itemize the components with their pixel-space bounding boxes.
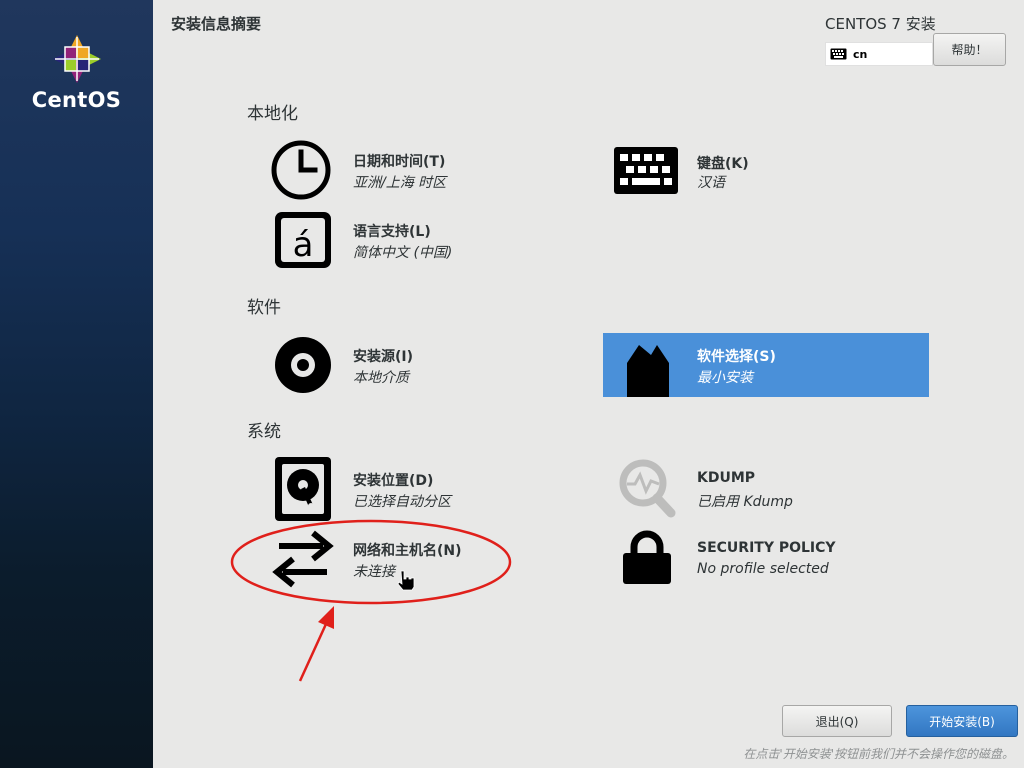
package-icon [627,345,669,397]
spoke-network[interactable]: 网络和主机名(N) 未连接 [267,527,593,591]
section-title-localization: 本地化 [247,104,298,124]
begin-installation-button[interactable]: 开始安装(B) [906,705,1018,737]
spoke-language[interactable]: á 语言支持(L) 简体中文 (中国) [267,208,593,272]
spoke-install-destination-name: 安装位置(D) [353,473,434,489]
spoke-install-source-name: 安装源(I) [353,349,414,365]
spoke-language-status: 简体中文 (中国) [353,245,453,261]
annotation-arrow-head [318,606,334,629]
magnifier-icon [619,459,676,518]
spoke-datetime[interactable]: 日期和时间(T) 亚洲/上海 时区 [267,138,593,202]
clock-icon [271,140,331,200]
product-title: CENTOS 7 安装 [825,15,936,33]
spoke-datetime-status: 亚洲/上海 时区 [353,175,447,191]
spoke-kdump-status: 已启用 Kdump [697,494,793,510]
svg-text:á: á [293,225,314,265]
spoke-install-source-status: 本地介质 [353,370,409,386]
spoke-software-selection[interactable]: 软件选择(S) 最小安装 [603,333,929,397]
spoke-security-policy[interactable]: SECURITY POLICY No profile selected [611,527,937,591]
spoke-install-destination-status: 已选择自动分区 [353,494,451,510]
annotation-arrow-shaft [298,623,328,682]
page-title: 安装信息摘要 [171,15,262,33]
padlock-icon [623,530,671,584]
spoke-keyboard-name: 键盘(K) [697,156,749,172]
spoke-datetime-name: 日期和时间(T) [353,154,446,170]
keyboard-small-icon [830,48,847,60]
spoke-kdump[interactable]: KDUMP 已启用 Kdump [611,457,937,521]
network-arrows-icon [272,530,334,588]
section-title-software: 软件 [247,298,281,318]
spoke-kdump-name: KDUMP [697,470,756,486]
spoke-network-status: 未连接 [353,564,395,580]
footer-note: 在点击'开始安装'按钮前我们并不会操作您的磁盘。 [743,747,1014,761]
keyboard-layout-indicator[interactable]: cn [825,42,933,66]
spoke-install-destination[interactable]: 安装位置(D) 已选择自动分区 [267,457,593,521]
spoke-software-selection-status: 最小安装 [697,370,753,386]
spoke-security-policy-status: No profile selected [697,561,829,577]
spoke-network-name: 网络和主机名(N) [353,543,462,559]
spoke-install-source[interactable]: 安装源(I) 本地介质 [267,333,593,397]
spoke-language-name: 语言支持(L) [353,224,431,240]
spoke-security-policy-name: SECURITY POLICY [697,540,836,556]
help-button[interactable]: 帮助！ [933,33,1006,66]
section-title-system: 系统 [247,422,281,442]
hard-disk-icon [275,457,331,521]
language-icon: á [275,212,331,268]
spoke-software-selection-name: 软件选择(S) [697,349,776,365]
keyboard-layout-label: cn [853,47,868,61]
spoke-keyboard-status: 汉语 [697,175,725,191]
quit-button[interactable]: 退出(Q) [782,705,892,737]
centos-logo-icon [53,35,101,83]
sidebar: CentOS [0,0,153,768]
disc-icon [275,337,331,393]
brand-logo-text: CentOS [31,88,122,112]
spoke-keyboard[interactable]: 键盘(K) 汉语 [611,138,937,202]
keyboard-icon [614,147,678,194]
